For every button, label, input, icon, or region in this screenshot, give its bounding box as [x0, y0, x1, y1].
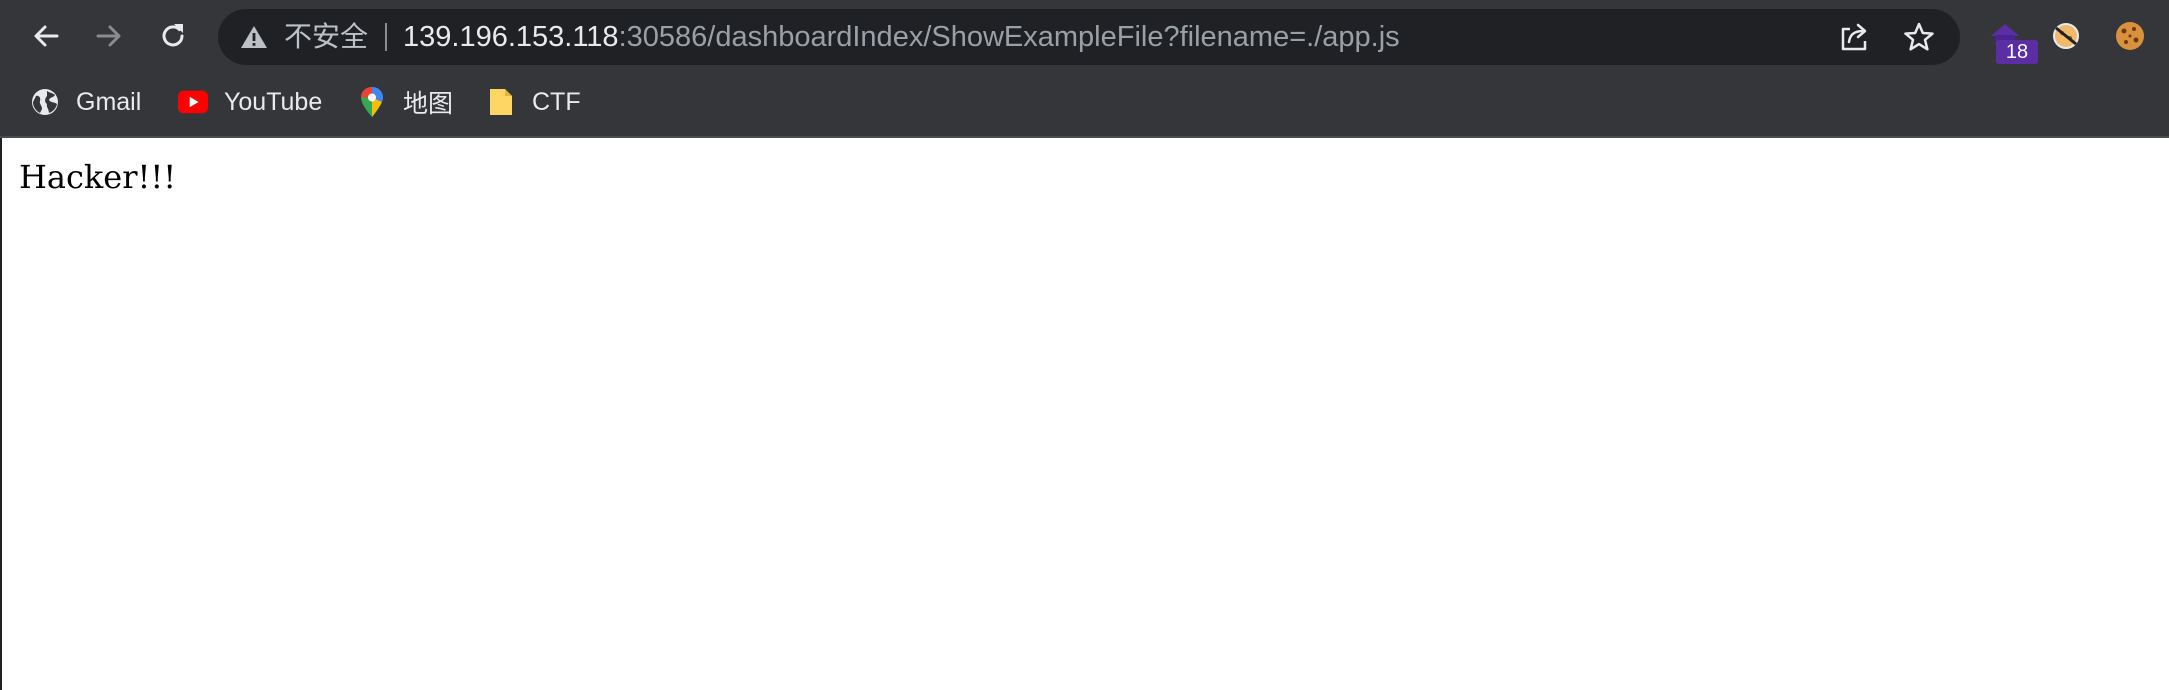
extension-blocked-icon[interactable]: [2048, 18, 2084, 54]
arrow-right-icon: [96, 25, 121, 47]
bookmark-label: Gmail: [76, 87, 142, 116]
maps-pin-icon: [357, 87, 387, 117]
url-text[interactable]: 139.196.153.118:30586/dashboardIndex/Sho…: [403, 19, 1400, 55]
folder-icon: [486, 87, 516, 117]
back-button[interactable]: [24, 14, 68, 58]
star-icon[interactable]: [1903, 21, 1935, 53]
reload-button[interactable]: [151, 14, 195, 58]
page-body-text: Hacker!!!: [19, 158, 177, 196]
youtube-icon: [178, 87, 208, 117]
browser-chrome: 不安全 139.196.153.118:30586/dashboardIndex…: [0, 0, 2169, 138]
arrow-left-icon: [34, 25, 59, 47]
globe-icon: [30, 87, 60, 117]
address-bar[interactable]: 不安全 139.196.153.118:30586/dashboardIndex…: [218, 9, 1960, 65]
warning-triangle-icon: [241, 26, 267, 48]
share-icon[interactable]: [1838, 22, 1870, 52]
omnibox-divider: [385, 23, 387, 51]
page-content: Hacker!!!: [0, 138, 2169, 690]
browser-toolbar: 不安全 139.196.153.118:30586/dashboardIndex…: [0, 0, 2169, 74]
bookmark-label: YouTube: [224, 87, 323, 116]
cookie-icon[interactable]: [2112, 18, 2148, 54]
bookmarks-bar: Gmail YouTube 地图 CTF: [0, 78, 2169, 126]
bookmark-folder-ctf[interactable]: CTF: [486, 78, 581, 126]
bookmark-label: CTF: [532, 87, 581, 116]
forward-button[interactable]: [87, 14, 131, 58]
reload-icon: [162, 24, 184, 47]
url-host: 139.196.153.118: [403, 21, 619, 53]
bookmark-gmail[interactable]: Gmail: [30, 78, 141, 126]
bookmark-label: 地图: [403, 89, 454, 118]
bookmark-youtube[interactable]: YouTube: [178, 78, 322, 126]
security-status-label[interactable]: 不安全: [284, 21, 368, 53]
extension-badge: 18: [1996, 40, 2038, 64]
url-path: :30586/dashboardIndex/ShowExampleFile?fi…: [618, 21, 1400, 53]
bookmark-maps[interactable]: 地图: [357, 78, 453, 126]
